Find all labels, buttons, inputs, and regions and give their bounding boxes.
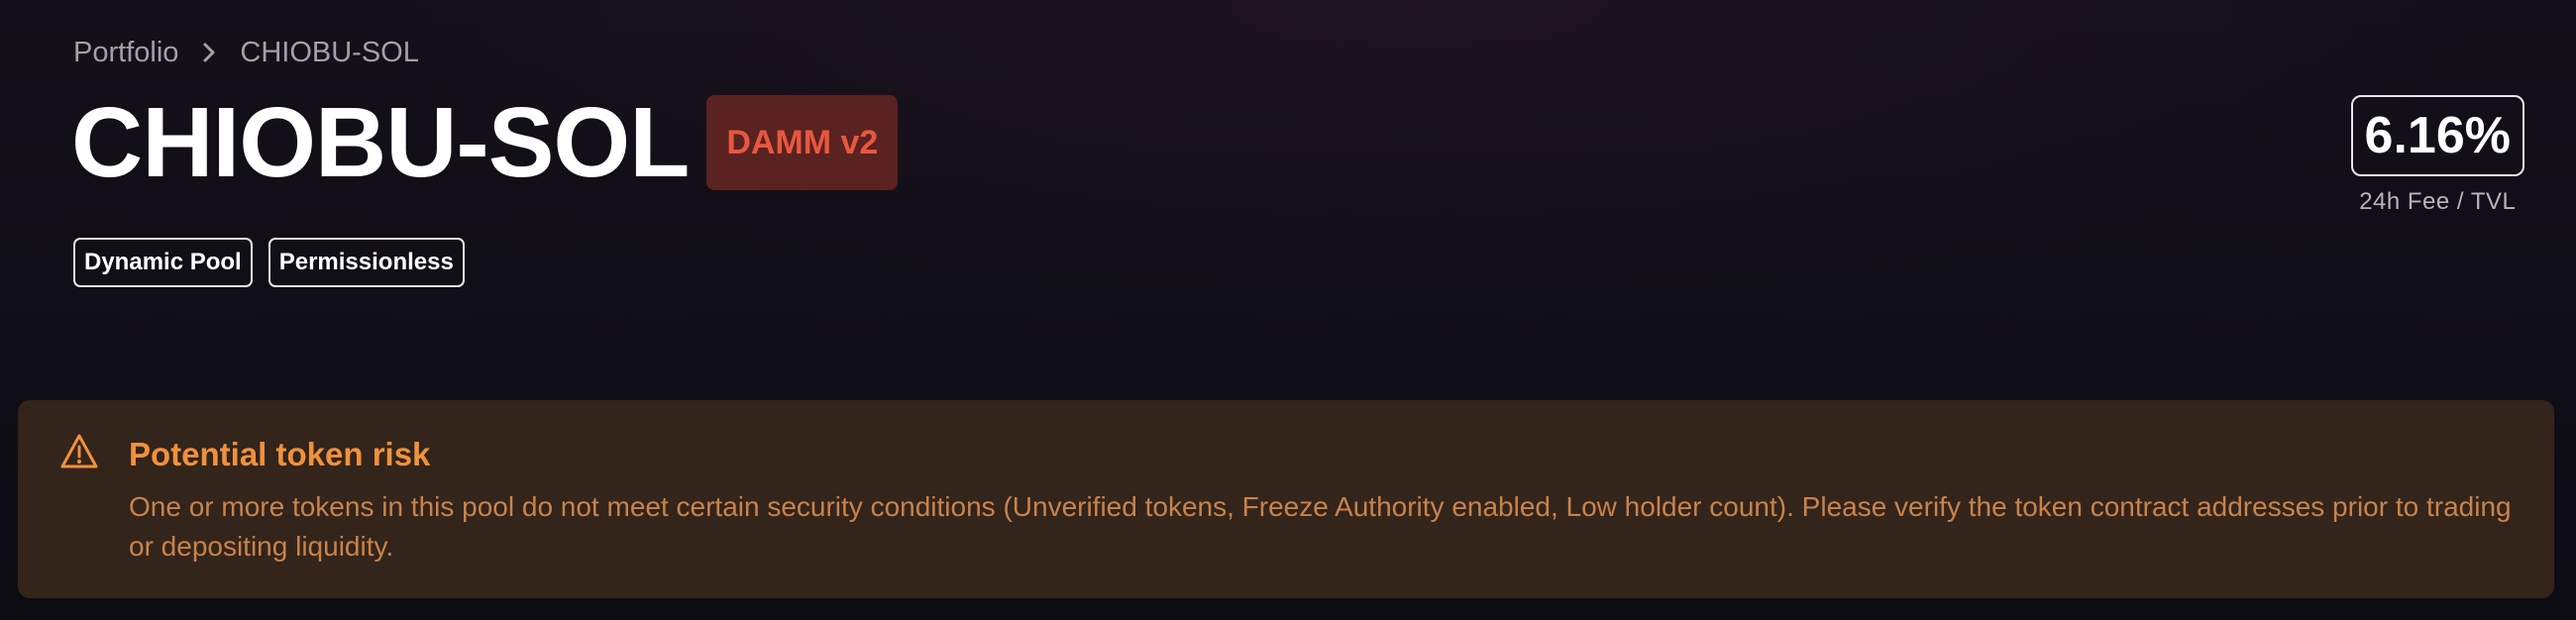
breadcrumb-current: CHIOBU-SOL bbox=[240, 36, 419, 68]
fee-tvl-label: 24h Fee / TVL bbox=[2359, 188, 2517, 215]
version-badge: DAMM v2 bbox=[706, 95, 899, 190]
tag-dynamic-pool: Dynamic Pool bbox=[73, 238, 253, 287]
breadcrumb-portfolio-link[interactable]: Portfolio bbox=[73, 37, 178, 69]
breadcrumb: Portfolio CHIOBU-SOL bbox=[73, 30, 419, 75]
chevron-right-icon bbox=[198, 42, 220, 63]
fee-tvl-value: 6.16% bbox=[2350, 95, 2524, 176]
fee-tvl-metric: 6.16% 24h Fee / TVL bbox=[2350, 95, 2524, 216]
page-title: CHIOBU-SOL bbox=[71, 87, 690, 198]
token-risk-warning: Potential token risk One or more tokens … bbox=[18, 400, 2554, 598]
warning-message: One or more tokens in this pool do not m… bbox=[129, 491, 2512, 562]
warning-title: Potential token risk bbox=[129, 436, 431, 472]
tag-permissionless: Permissionless bbox=[268, 238, 465, 287]
pool-header: CHIOBU-SOL DAMM v2 bbox=[71, 87, 899, 198]
warning-triangle-icon bbox=[59, 432, 99, 471]
pool-tags: Dynamic Pool Permissionless bbox=[73, 238, 465, 287]
